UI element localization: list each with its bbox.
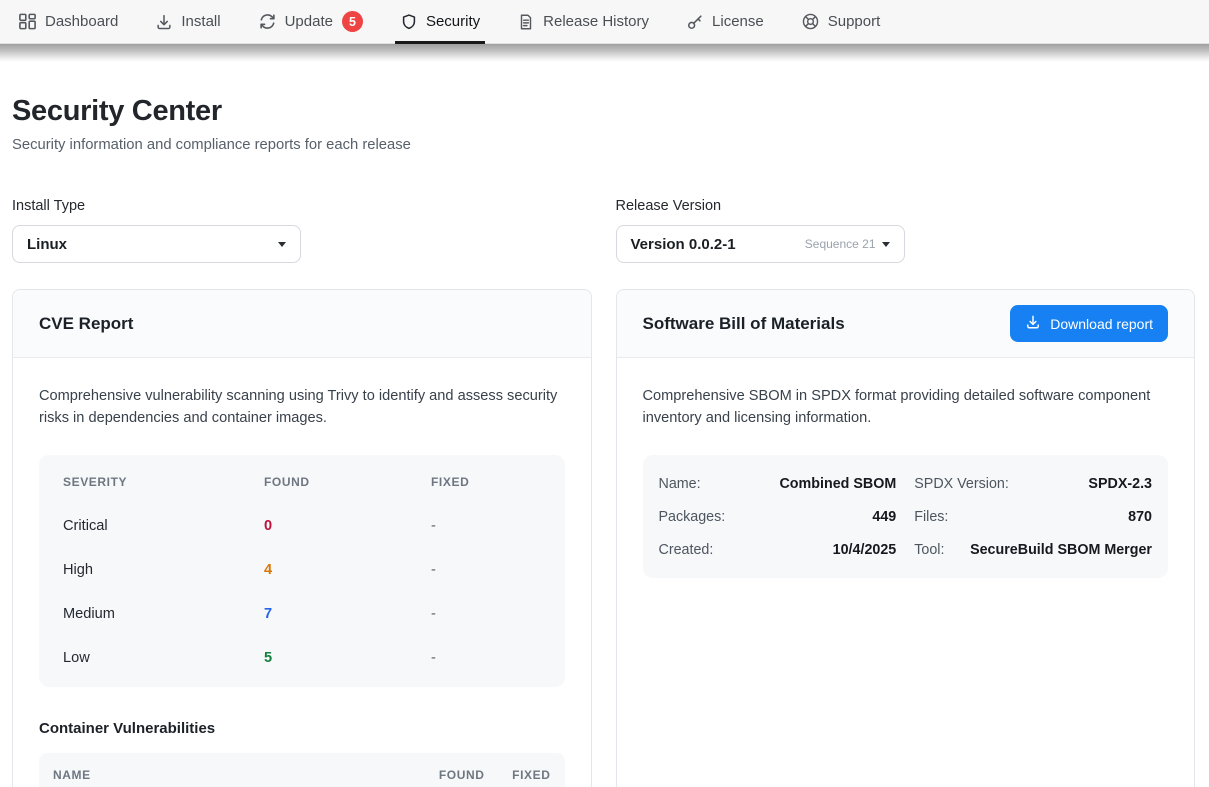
nav-item-support[interactable]: Support (801, 0, 881, 44)
sbom-spdx-version-label: SPDX Version: (914, 476, 1009, 492)
sbom-name-value: Combined SBOM (779, 476, 896, 492)
chevron-down-icon (278, 242, 286, 247)
nav-label: Support (828, 13, 881, 30)
nav-item-update[interactable]: Update 5 (258, 0, 363, 44)
sbom-description: Comprehensive SBOM in SPDX format provid… (643, 386, 1169, 429)
cve-description: Comprehensive vulnerability scanning usi… (39, 386, 565, 429)
nav-label: Dashboard (45, 13, 118, 30)
page-title: Security Center (12, 95, 1195, 128)
severity-label: High (63, 562, 264, 578)
sbom-card: Software Bill of Materials Download repo… (616, 289, 1196, 787)
top-navigation: Dashboard Install Update 5 S (0, 0, 1209, 44)
install-type-select[interactable]: Linux (12, 225, 301, 263)
cve-card-body: Comprehensive vulnerability scanning usi… (13, 358, 591, 787)
cve-card-header: CVE Report (13, 290, 591, 358)
column-header-severity: SEVERITY (63, 475, 264, 489)
sbom-tool-value: SecureBuild SBOM Merger (970, 542, 1152, 558)
download-icon (1025, 314, 1041, 333)
sbom-packages-label: Packages: (659, 509, 726, 525)
filters-row: Install Type Linux Release Version Versi… (12, 198, 1195, 263)
severity-table: SEVERITY FOUND FIXED Critical 0 - High 4… (39, 455, 565, 687)
cve-report-card: CVE Report Comprehensive vulnerability s… (12, 289, 592, 787)
nav-item-release-history[interactable]: Release History (517, 0, 649, 44)
nav-label: Install (181, 13, 220, 30)
sbom-details-row: Created: 10/4/2025 Tool: SecureBuild SBO… (659, 533, 1153, 566)
nav-item-security[interactable]: Security (400, 0, 480, 44)
download-icon (155, 13, 173, 31)
sbom-files-label: Files: (914, 509, 948, 525)
main-content: Security Center Security information and… (0, 95, 1209, 787)
column-header-name: NAME (53, 768, 405, 782)
key-icon (686, 13, 704, 31)
sbom-details-row: Name: Combined SBOM SPDX Version: SPDX-2… (659, 467, 1153, 500)
fixed-count: - (431, 518, 541, 534)
severity-label: Low (63, 650, 264, 666)
sbom-files-value: 870 (1128, 509, 1152, 525)
nav-item-license[interactable]: License (686, 0, 764, 44)
install-type-value: Linux (27, 236, 67, 253)
fixed-count: - (431, 650, 541, 666)
nav-item-dashboard[interactable]: Dashboard (18, 0, 118, 44)
refresh-icon (258, 12, 277, 31)
download-report-label: Download report (1050, 316, 1153, 332)
table-row-critical: Critical 0 - (63, 504, 541, 548)
download-report-button[interactable]: Download report (1010, 305, 1168, 342)
sbom-details-row: Packages: 449 Files: 870 (659, 500, 1153, 533)
nav-label: License (712, 13, 764, 30)
nav-label: Release History (543, 13, 649, 30)
document-icon (517, 13, 535, 31)
sbom-details-panel: Name: Combined SBOM SPDX Version: SPDX-2… (643, 455, 1169, 578)
container-vulnerabilities-header: NAME FOUND FIXED (39, 753, 565, 787)
container-vulnerabilities-title: Container Vulnerabilities (39, 720, 565, 737)
sbom-name-label: Name: (659, 476, 701, 492)
fixed-count: - (431, 562, 541, 578)
shield-icon (400, 13, 418, 31)
chevron-down-icon (882, 242, 890, 247)
table-row-medium: Medium 7 - (63, 592, 541, 636)
severity-table-header: SEVERITY FOUND FIXED (63, 460, 541, 504)
cards-row: CVE Report Comprehensive vulnerability s… (12, 289, 1195, 787)
sbom-created-label: Created: (659, 542, 714, 558)
table-row-high: High 4 - (63, 548, 541, 592)
severity-label: Medium (63, 606, 264, 622)
dashboard-grid-icon (18, 12, 37, 31)
sequence-label: Sequence 21 (805, 237, 876, 251)
sbom-spdx-version-value: SPDX-2.3 (1088, 476, 1152, 492)
header-scroll-shadow (0, 44, 1209, 62)
sbom-card-title: Software Bill of Materials (643, 314, 845, 334)
nav-label: Update (285, 13, 333, 30)
table-row-low: Low 5 - (63, 636, 541, 680)
install-type-filter: Install Type Linux (12, 198, 592, 263)
sbom-packages-value: 449 (872, 509, 896, 525)
sbom-card-header: Software Bill of Materials Download repo… (617, 290, 1195, 358)
cve-card-title: CVE Report (39, 314, 133, 334)
release-version-select[interactable]: Version 0.0.2-1 Sequence 21 (616, 225, 905, 263)
column-header-found: FOUND (427, 768, 485, 782)
column-header-found: FOUND (264, 475, 431, 489)
page-subtitle: Security information and compliance repo… (12, 137, 1195, 153)
release-version-label: Release Version (616, 198, 1196, 214)
column-header-fixed: FIXED (431, 475, 541, 489)
sbom-tool-label: Tool: (914, 542, 944, 558)
severity-label: Critical (63, 518, 264, 534)
sbom-card-body: Comprehensive SBOM in SPDX format provid… (617, 358, 1195, 606)
nav-item-install[interactable]: Install (155, 0, 220, 44)
release-version-filter: Release Version Version 0.0.2-1 Sequence… (616, 198, 1196, 263)
fixed-count: - (431, 606, 541, 622)
found-count: 7 (264, 606, 431, 622)
release-version-value: Version 0.0.2-1 (631, 236, 736, 253)
sbom-created-value: 10/4/2025 (833, 542, 897, 558)
column-header-fixed: FIXED (507, 768, 551, 782)
found-count: 5 (264, 650, 431, 666)
lifebuoy-icon (801, 12, 820, 31)
install-type-label: Install Type (12, 198, 592, 214)
found-count: 0 (264, 518, 431, 534)
found-count: 4 (264, 562, 431, 578)
update-count-badge: 5 (342, 11, 363, 32)
nav-label: Security (426, 13, 480, 30)
